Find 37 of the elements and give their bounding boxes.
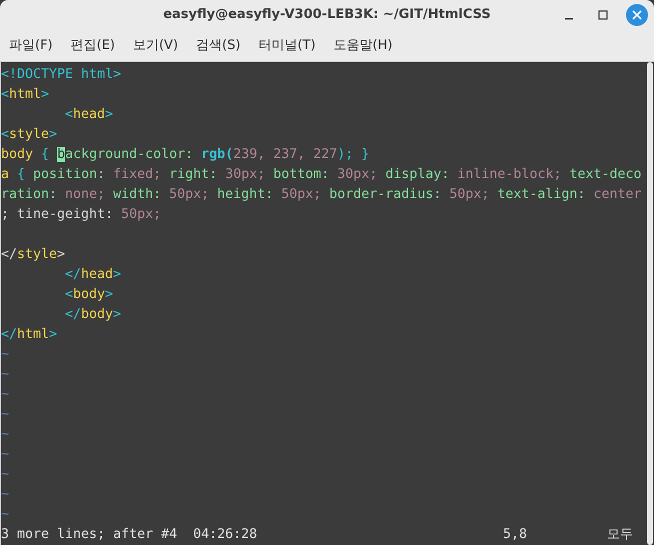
empty-line-marker: ~ [1, 486, 10, 504]
code-line: </body> [65, 307, 122, 322]
menu-item[interactable]: 편집(E) [66, 36, 120, 54]
window-title: easyfly@easyfly-V300-LEB3K: ~/GIT/HtmlCSS [163, 7, 491, 22]
code-line: </head> [65, 267, 122, 282]
menu-item[interactable]: 검색(S) [191, 36, 246, 54]
empty-line-marker: ~ [1, 466, 10, 484]
code-line: <style> [1, 127, 58, 142]
status-message: 3 more lines; after #4 04:26:28 [1, 527, 258, 542]
empty-line-marker: ~ [1, 446, 10, 464]
code-line: ; tine-geight: 50px; [1, 207, 162, 222]
empty-line-marker: ~ [1, 346, 10, 364]
close-button[interactable] [626, 4, 648, 26]
empty-line-marker: ~ [1, 426, 10, 444]
code-line: <body> [65, 287, 114, 302]
empty-line-marker: ~ [1, 366, 10, 384]
close-icon [632, 10, 642, 20]
code-line: </style> [1, 247, 66, 262]
scroll-indicator: 모두 [607, 526, 634, 544]
menu-item[interactable]: 도움말(H) [328, 36, 398, 54]
minimize-icon [565, 18, 573, 20]
menu-item[interactable]: 보기(V) [128, 36, 184, 54]
maximize-icon [598, 10, 608, 20]
code-line: <!DOCTYPE html> [1, 67, 122, 82]
scrollbar-thumb[interactable] [646, 62, 652, 545]
cursor-position: 5,8 [503, 527, 528, 542]
code-line: <html> [1, 87, 50, 102]
code-line: ration: none; width: 50px; height: 50px; border-radius: 50px; text-align: center [1, 187, 642, 202]
empty-line-marker: ~ [1, 386, 10, 404]
menu-item[interactable]: 파일(F) [4, 36, 58, 54]
code-line: body { background-color: rgb(239, 237, 227); } [1, 147, 370, 162]
code-line: a { position: fixed; right: 30px; bottom: 30px; display: inline-block; text-deco [1, 167, 642, 182]
code-line: </html> [1, 327, 58, 342]
code-line: <head> [65, 107, 114, 122]
empty-line-marker: ~ [1, 406, 10, 424]
menu-item[interactable]: 터미널(T) [253, 36, 321, 54]
empty-line-marker: ~ [1, 506, 10, 524]
